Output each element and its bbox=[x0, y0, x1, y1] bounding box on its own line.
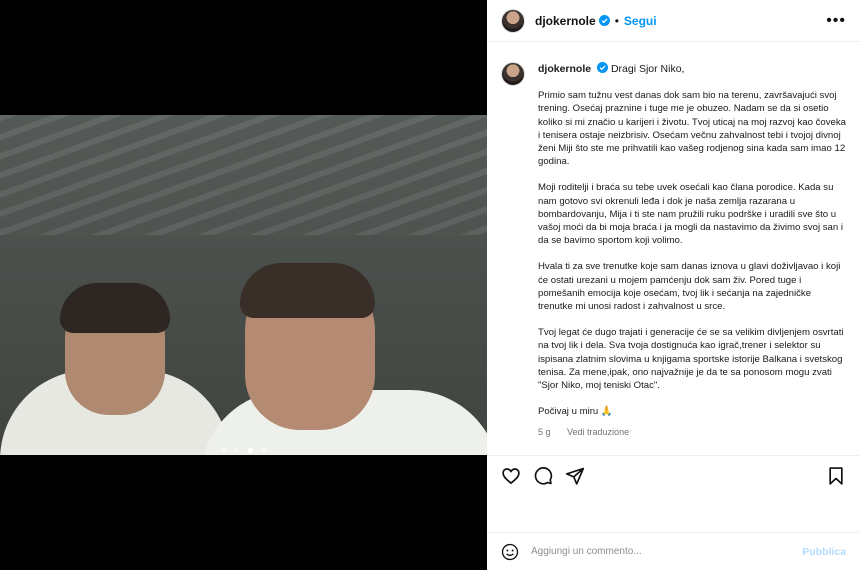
caption-greeting: Dragi Sjor Niko, bbox=[610, 63, 685, 75]
photo-person-left-hair bbox=[60, 283, 170, 333]
caption-paragraph: Hvala ti za sve trenutke koje sam danas … bbox=[538, 261, 841, 313]
share-icon[interactable] bbox=[565, 466, 585, 486]
post-side-panel: djokernole • Segui ••• djokernole Dragi … bbox=[487, 0, 860, 570]
avatar[interactable] bbox=[501, 8, 525, 33]
caption-area: djokernole Dragi Sjor Niko, Primio sam t… bbox=[487, 52, 860, 447]
caption-paragraph: Tvoj legat će dugo trajati i generacije … bbox=[538, 327, 844, 392]
carousel-dot-active[interactable] bbox=[247, 448, 253, 453]
photo-person-right-hair bbox=[240, 263, 375, 318]
caption-paragraph: Primio sam tužnu vest danas dok sam bio … bbox=[538, 90, 847, 168]
photo-background bbox=[0, 115, 487, 235]
instagram-post-modal: djokernole • Segui ••• djokernole Dragi … bbox=[0, 0, 860, 570]
add-comment-bar: Pubblica bbox=[487, 532, 860, 570]
caption-avatar[interactable] bbox=[501, 62, 525, 86]
emoji-icon[interactable] bbox=[501, 543, 519, 561]
post-timestamp[interactable]: 5 g bbox=[538, 427, 551, 437]
username-link[interactable]: djokernole bbox=[535, 14, 596, 28]
caption-meta: 5 g Vedi traduzione bbox=[538, 426, 846, 439]
caption-paragraph: Moji roditelji i braća su tebe uvek oseć… bbox=[538, 182, 843, 247]
caption-first-line: djokernole Dragi Sjor Niko, bbox=[538, 62, 846, 76]
post-media bbox=[0, 0, 487, 570]
verified-badge-icon bbox=[597, 62, 609, 73]
carousel-dot[interactable] bbox=[220, 448, 226, 453]
heart-icon[interactable] bbox=[501, 466, 521, 486]
comment-input[interactable] bbox=[531, 546, 781, 557]
bookmark-icon[interactable] bbox=[826, 466, 846, 486]
separator-dot: • bbox=[614, 13, 619, 28]
comment-icon[interactable] bbox=[533, 466, 553, 486]
translate-link[interactable]: Vedi traduzione bbox=[567, 427, 629, 437]
carousel-indicator bbox=[0, 440, 487, 458]
post-photo[interactable] bbox=[0, 115, 487, 455]
caption-body: djokernole Dragi Sjor Niko, Primio sam t… bbox=[538, 62, 846, 440]
caption: djokernole Dragi Sjor Niko, Primio sam t… bbox=[501, 62, 846, 440]
publish-button[interactable]: Pubblica bbox=[802, 546, 846, 558]
carousel-dot[interactable] bbox=[234, 448, 240, 453]
more-options-icon[interactable]: ••• bbox=[826, 12, 846, 29]
verified-badge-icon bbox=[598, 15, 610, 26]
carousel-dot[interactable] bbox=[261, 448, 267, 453]
action-bar bbox=[487, 455, 860, 495]
caption-paragraph: Počivaj u miru 🙏 bbox=[538, 406, 613, 418]
caption-username-link[interactable]: djokernole bbox=[538, 63, 591, 75]
post-header: djokernole • Segui ••• bbox=[487, 0, 860, 42]
follow-button[interactable]: Segui bbox=[624, 14, 657, 28]
